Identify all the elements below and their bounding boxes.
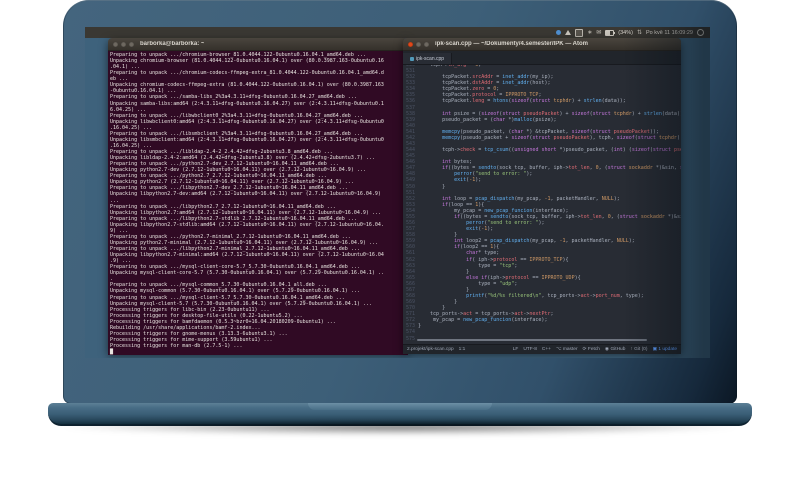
battery-percent: (34%) bbox=[618, 29, 633, 36]
status-bar: 2.projekt/ipk-scan.cpp 1:1 LF UTF-8 C++ … bbox=[403, 344, 681, 354]
code-line: 544 tcph-> check = tcp_csum((unsigned sho… bbox=[403, 147, 681, 153]
battery-icon[interactable] bbox=[605, 29, 616, 36]
wifi-icon[interactable] bbox=[565, 30, 572, 35]
code-editor[interactable]: 530 tcph-> th_urg = 0; 531 532 tcpPacket. sr… bbox=[403, 65, 681, 344]
terminal-output[interactable]: Preparing to unpack .../chromium-browser… bbox=[108, 51, 408, 355]
sync-arrows-icon[interactable]: ⇅ bbox=[637, 30, 642, 36]
laptop-shadow bbox=[64, 423, 736, 435]
keyboard-layout-icon[interactable] bbox=[575, 28, 584, 37]
tab-label: ipk-scan.cpp bbox=[416, 55, 445, 62]
system-panel: ∗ ✉ (34%) ⇅ Po kvě 11 16:09:29 bbox=[85, 27, 710, 38]
laptop-thumb-scoop bbox=[308, 403, 492, 410]
tab-bar: ipk-scan.cpp bbox=[403, 51, 681, 65]
line-ending[interactable]: LF bbox=[513, 347, 519, 352]
system-tray[interactable]: ∗ ✉ (34%) ⇅ Po kvě 11 16:09:29 bbox=[556, 28, 704, 37]
git-branch[interactable]: ⌥ master bbox=[556, 347, 578, 352]
tab-ipk-scan[interactable]: ipk-scan.cpp bbox=[403, 53, 453, 64]
maximize-button[interactable] bbox=[129, 41, 134, 47]
atom-window[interactable]: ipk-scan.cpp — ~/Dokumenty/4.semester/IP… bbox=[403, 38, 681, 354]
clock[interactable]: Po kvě 11 16:09:29 bbox=[646, 30, 693, 36]
cursor-position[interactable]: 1:1 bbox=[459, 347, 466, 352]
close-button[interactable] bbox=[408, 41, 413, 47]
file-path[interactable]: 2.projekt/ipk-scan.cpp bbox=[407, 347, 454, 352]
encoding[interactable]: UTF-8 bbox=[523, 347, 537, 352]
line-number: 575 bbox=[405, 335, 415, 342]
atom-titlebar[interactable]: ipk-scan.cpp — ~/Dokumenty/4.semester/IP… bbox=[403, 38, 681, 51]
terminal-lines: Preparing to unpack .../chromium-browser… bbox=[110, 52, 384, 355]
updates-badge[interactable]: ▣ 1 update bbox=[652, 347, 677, 352]
terminal-window[interactable]: barborka@barborka: ~ Preparing to unpack… bbox=[108, 38, 408, 355]
close-button[interactable] bbox=[113, 41, 118, 47]
horizontal-scrollbar[interactable] bbox=[417, 339, 647, 341]
terminal-title: barborka@barborka: ~ bbox=[140, 41, 205, 47]
terminal-titlebar[interactable]: barborka@barborka: ~ bbox=[108, 38, 408, 51]
minimize-button[interactable] bbox=[121, 41, 126, 47]
maximize-button[interactable] bbox=[424, 41, 429, 47]
app-indicator-icon[interactable] bbox=[556, 30, 562, 35]
github-button[interactable]: ◉ GitHub bbox=[605, 347, 625, 352]
cpp-file-icon bbox=[410, 56, 414, 61]
code-line: 542 memcpy (pseudo_packet + sizeof(struct… bbox=[403, 135, 681, 141]
code-rows: 530 tcph-> th_urg = 0; 531 532 tcpPacket. sr… bbox=[403, 65, 681, 342]
atom-title: ipk-scan.cpp — ~/Dokumenty/4.semester/IP… bbox=[435, 41, 588, 47]
fetch-button[interactable]: ⟳ Fetch bbox=[583, 347, 600, 352]
session-gear-icon[interactable] bbox=[697, 29, 704, 36]
laptop-screen: ∗ ✉ (34%) ⇅ Po kvě 11 16:09:29 barborka@… bbox=[85, 27, 710, 358]
minimize-button[interactable] bbox=[416, 41, 421, 47]
page: ∗ ✉ (34%) ⇅ Po kvě 11 16:09:29 barborka@… bbox=[0, 0, 800, 477]
git-changes[interactable]: ↑ Git (0) bbox=[630, 347, 647, 352]
bluetooth-icon[interactable]: ∗ bbox=[587, 30, 592, 36]
mail-icon[interactable]: ✉ bbox=[596, 30, 601, 36]
grammar[interactable]: C++ bbox=[542, 347, 551, 352]
